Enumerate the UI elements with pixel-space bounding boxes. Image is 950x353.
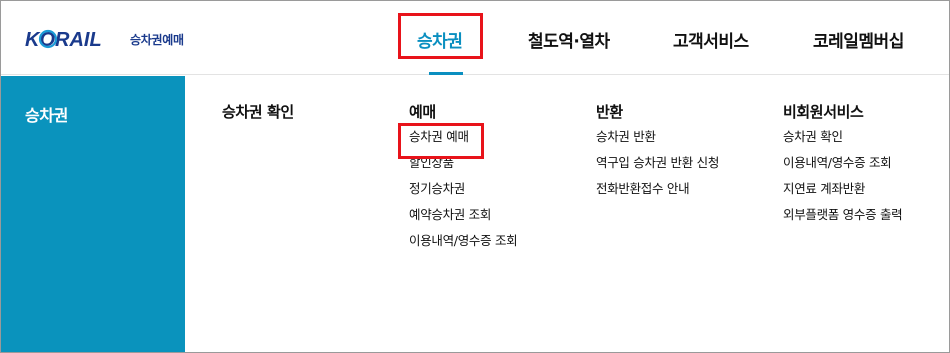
menu-head-refund: 반환 (596, 103, 623, 121)
menu-item-guest-ticket-check[interactable]: 승차권 확인 (783, 129, 902, 155)
menu-item-delay-fee-refund[interactable]: 지연료 계좌반환 (783, 181, 902, 207)
menu-col-refund: 반환 승차권 반환 역구입 승차권 반환 신청 전화반환접수 안내 (596, 101, 719, 207)
menu-item-season-ticket[interactable]: 정기승차권 (409, 181, 517, 207)
menu-head-reserve: 예매 (409, 103, 436, 121)
gnb-station-train[interactable]: 철도역·열차 (528, 27, 610, 52)
side-title: 승차권 (25, 106, 68, 125)
gnb-customer-service[interactable]: 고객서비스 (673, 27, 749, 52)
menu-item-guest-usage-receipt[interactable]: 이용내역/영수증 조회 (783, 155, 902, 181)
menu-col-ticket-check: 승차권 확인 (222, 101, 294, 123)
menu-item-ticket-refund[interactable]: 승차권 반환 (596, 129, 719, 155)
menu-head-ticket-check[interactable]: 승차권 확인 (222, 101, 294, 123)
menu-col-guest-service: 비회원서비스 승차권 확인 이용내역/영수증 조회 지연료 계좌반환 외부플랫폼… (783, 101, 903, 233)
menu-item-phone-refund-guide[interactable]: 전화반환접수 안내 (596, 181, 719, 207)
menu-item-external-platform-receipt[interactable]: 외부플랫폼 영수증 출력 (783, 207, 903, 233)
menu-head-guest-service: 비회원서비스 (783, 103, 864, 121)
highlight-box-reserve (398, 123, 484, 159)
gnb-membership[interactable]: 코레일멤버십 (813, 27, 904, 52)
side-panel: 승차권 (1, 76, 185, 352)
highlight-box-gnb (398, 13, 483, 59)
menu-item-station-ticket-refund-request[interactable]: 역구입 승차권 반환 신청 (596, 155, 719, 181)
gnb-active-underline (429, 72, 463, 75)
menu-item-usage-receipt-lookup[interactable]: 이용내역/영수증 조회 (409, 233, 518, 259)
menu-item-reserved-ticket-lookup[interactable]: 예약승차권 조회 (409, 207, 517, 233)
